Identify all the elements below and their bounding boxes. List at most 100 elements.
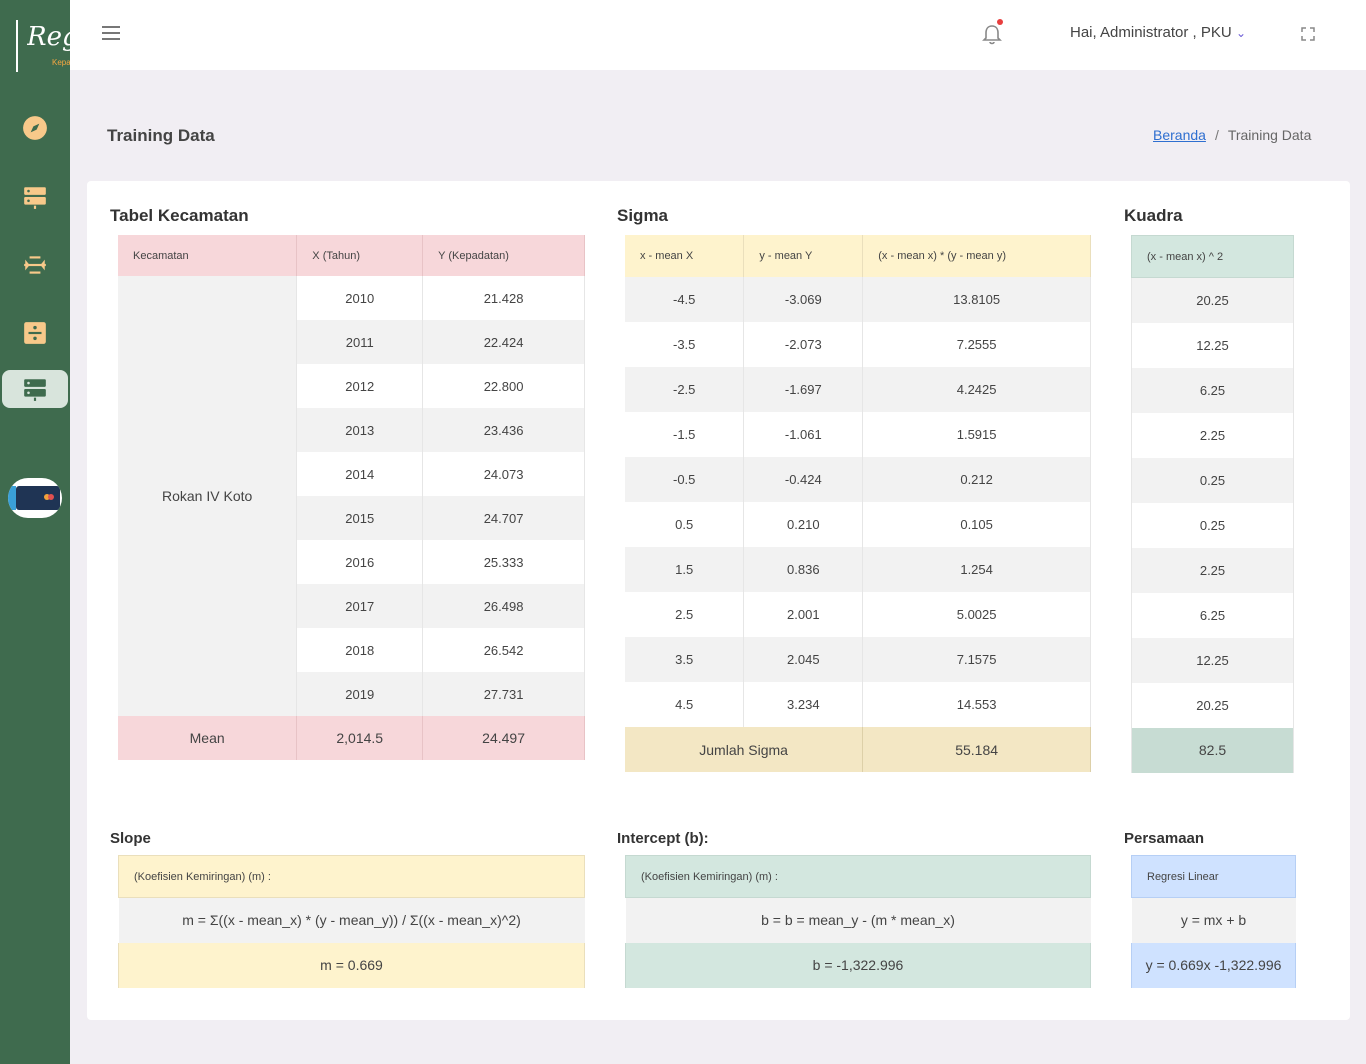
sigma-table: x - mean X y - mean Y (x - mean x) * (y … xyxy=(625,235,1091,772)
year-cell: 2019 xyxy=(296,672,424,716)
year-cell: 2010 xyxy=(296,276,424,320)
mean-row: Mean 2,014.5 24.497 xyxy=(118,716,585,760)
logo-text: Regresi xyxy=(27,22,70,52)
table-row: 1.5 0.836 1.254 xyxy=(625,547,1091,592)
dx-cell: 4.5 xyxy=(625,682,745,727)
table-row: m = 0.669 xyxy=(118,942,585,988)
persamaan-formula: y = mx + b xyxy=(1131,897,1296,943)
square-cell: 2.25 xyxy=(1131,412,1294,458)
square-cell: 20.25 xyxy=(1131,682,1294,728)
menu-icon[interactable] xyxy=(102,26,120,42)
arrows-icon[interactable] xyxy=(20,250,50,280)
server-icon[interactable] xyxy=(20,182,50,212)
table-row: b = b = mean_y - (m * mean_x) xyxy=(625,897,1091,943)
column-header: Kecamatan xyxy=(118,235,298,276)
sum-value: 55.184 xyxy=(862,727,1091,772)
table-row: 12.25 xyxy=(1131,322,1294,368)
kuadra-title: Kuadra xyxy=(1124,206,1183,225)
sum-label: Jumlah Sigma xyxy=(625,727,864,772)
persamaan-title: Persamaan xyxy=(1124,830,1205,847)
product-cell: 14.553 xyxy=(862,682,1091,727)
chevron-down-icon[interactable]: ⌄ xyxy=(1236,26,1246,40)
density-cell: 23.436 xyxy=(422,408,585,452)
table-row: 2.25 xyxy=(1131,412,1294,458)
product-cell: 1.254 xyxy=(862,547,1091,592)
density-cell: 22.424 xyxy=(422,320,585,364)
column-header: X (Tahun) xyxy=(296,235,424,276)
sum-value: 82.5 xyxy=(1131,727,1294,773)
dx-cell: -2.5 xyxy=(625,367,745,412)
dx-cell: 0.5 xyxy=(625,502,745,547)
kuadra-table: (x - mean x) ^ 2 20.25 12.25 6.25 2.25 0… xyxy=(1131,235,1294,773)
density-cell: 24.707 xyxy=(422,496,585,540)
user-greeting[interactable]: Hai, Administrator , PKU xyxy=(1070,24,1232,41)
dy-cell: -1.061 xyxy=(743,412,864,457)
product-cell: 0.105 xyxy=(862,502,1091,547)
bell-icon[interactable] xyxy=(982,24,1002,46)
dx-cell: 1.5 xyxy=(625,547,745,592)
column-header: x - mean X xyxy=(625,235,745,277)
table-row: 4.5 3.234 14.553 xyxy=(625,682,1091,727)
table-row: -0.5 -0.424 0.212 xyxy=(625,457,1091,502)
table-row: 6.25 xyxy=(1131,592,1294,638)
fullscreen-icon[interactable] xyxy=(1301,27,1315,41)
year-cell: 2011 xyxy=(296,320,424,364)
table-row: b = -1,322.996 xyxy=(625,942,1091,988)
kuadra-sum-row: 82.5 xyxy=(1131,727,1294,773)
product-cell: 1.5915 xyxy=(862,412,1091,457)
dy-cell: -3.069 xyxy=(743,277,864,322)
table-row: Rokan IV Koto 2010 21.428 xyxy=(118,276,585,716)
table-row: 2.25 xyxy=(1131,547,1294,593)
mean-x: 2,014.5 xyxy=(296,716,424,760)
dx-cell: -1.5 xyxy=(625,412,745,457)
kecamatan-name: Rokan IV Koto xyxy=(118,276,298,716)
slope-formula: m = Σ((x - mean_x) * (y - mean_y)) / Σ((… xyxy=(118,897,585,943)
persamaan-table: Regresi Linear y = mx + b y = 0.669x -1,… xyxy=(1131,855,1296,988)
divide-icon[interactable] xyxy=(20,318,50,348)
year-cell: 2017 xyxy=(296,584,424,628)
column-header: (x - mean x) ^ 2 xyxy=(1131,235,1294,278)
card-icon[interactable] xyxy=(8,478,62,518)
square-cell: 12.25 xyxy=(1131,637,1294,683)
density-cell: 21.428 xyxy=(422,276,585,320)
dy-cell: 3.234 xyxy=(743,682,864,727)
table-row: 12.25 xyxy=(1131,637,1294,683)
dy-cell: 2.001 xyxy=(743,592,864,637)
product-cell: 13.8105 xyxy=(862,277,1091,322)
table-row: -4.5 -3.069 13.8105 xyxy=(625,277,1091,322)
slope-title: Slope xyxy=(110,830,151,847)
notification-dot xyxy=(997,19,1003,25)
year-cell: 2014 xyxy=(296,452,424,496)
product-cell: 4.2425 xyxy=(862,367,1091,412)
sidebar: Regresi Kepadatan Penduduk xyxy=(0,0,129,1064)
intercept-header: (Koefisien Kemiringan) (m) : xyxy=(625,855,1091,898)
intercept-title: Intercept (b): xyxy=(617,830,709,847)
table-row: 0.5 0.210 0.105 xyxy=(625,502,1091,547)
year-cell: 2018 xyxy=(296,628,424,672)
intercept-table: (Koefisien Kemiringan) (m) : b = b = mea… xyxy=(625,855,1091,988)
square-cell: 0.25 xyxy=(1131,457,1294,503)
persamaan-result: y = 0.669x -1,322.996 xyxy=(1131,942,1296,988)
tabel-kecamatan-title: Tabel Kecamatan xyxy=(110,206,249,225)
breadcrumb-home-link[interactable]: Beranda xyxy=(1153,127,1206,143)
dy-cell: -2.073 xyxy=(743,322,864,367)
product-cell: 5.0025 xyxy=(862,592,1091,637)
breadcrumb-current: Training Data xyxy=(1227,127,1312,143)
density-cell: 26.498 xyxy=(422,584,585,628)
sigma-title: Sigma xyxy=(617,206,669,225)
column-header: (x - mean x) * (y - mean y) xyxy=(862,235,1091,277)
table-row: 6.25 xyxy=(1131,367,1294,413)
table-row: -2.5 -1.697 4.2425 xyxy=(625,367,1091,412)
compass-icon[interactable] xyxy=(20,113,50,143)
table-row: y = mx + b xyxy=(1131,897,1296,943)
square-cell: 2.25 xyxy=(1131,547,1294,593)
topbar: Hai, Administrator , PKU ⌄ xyxy=(70,0,1366,70)
dy-cell: 0.210 xyxy=(743,502,864,547)
mean-label: Mean xyxy=(118,716,298,760)
slope-header: (Koefisien Kemiringan) (m) : xyxy=(118,855,585,898)
table-row: m = Σ((x - mean_x) * (y - mean_y)) / Σ((… xyxy=(118,897,585,943)
table-row: 0.25 xyxy=(1131,502,1294,548)
year-cell: 2015 xyxy=(296,496,424,540)
server-icon[interactable] xyxy=(20,374,50,404)
square-cell: 20.25 xyxy=(1131,277,1294,323)
